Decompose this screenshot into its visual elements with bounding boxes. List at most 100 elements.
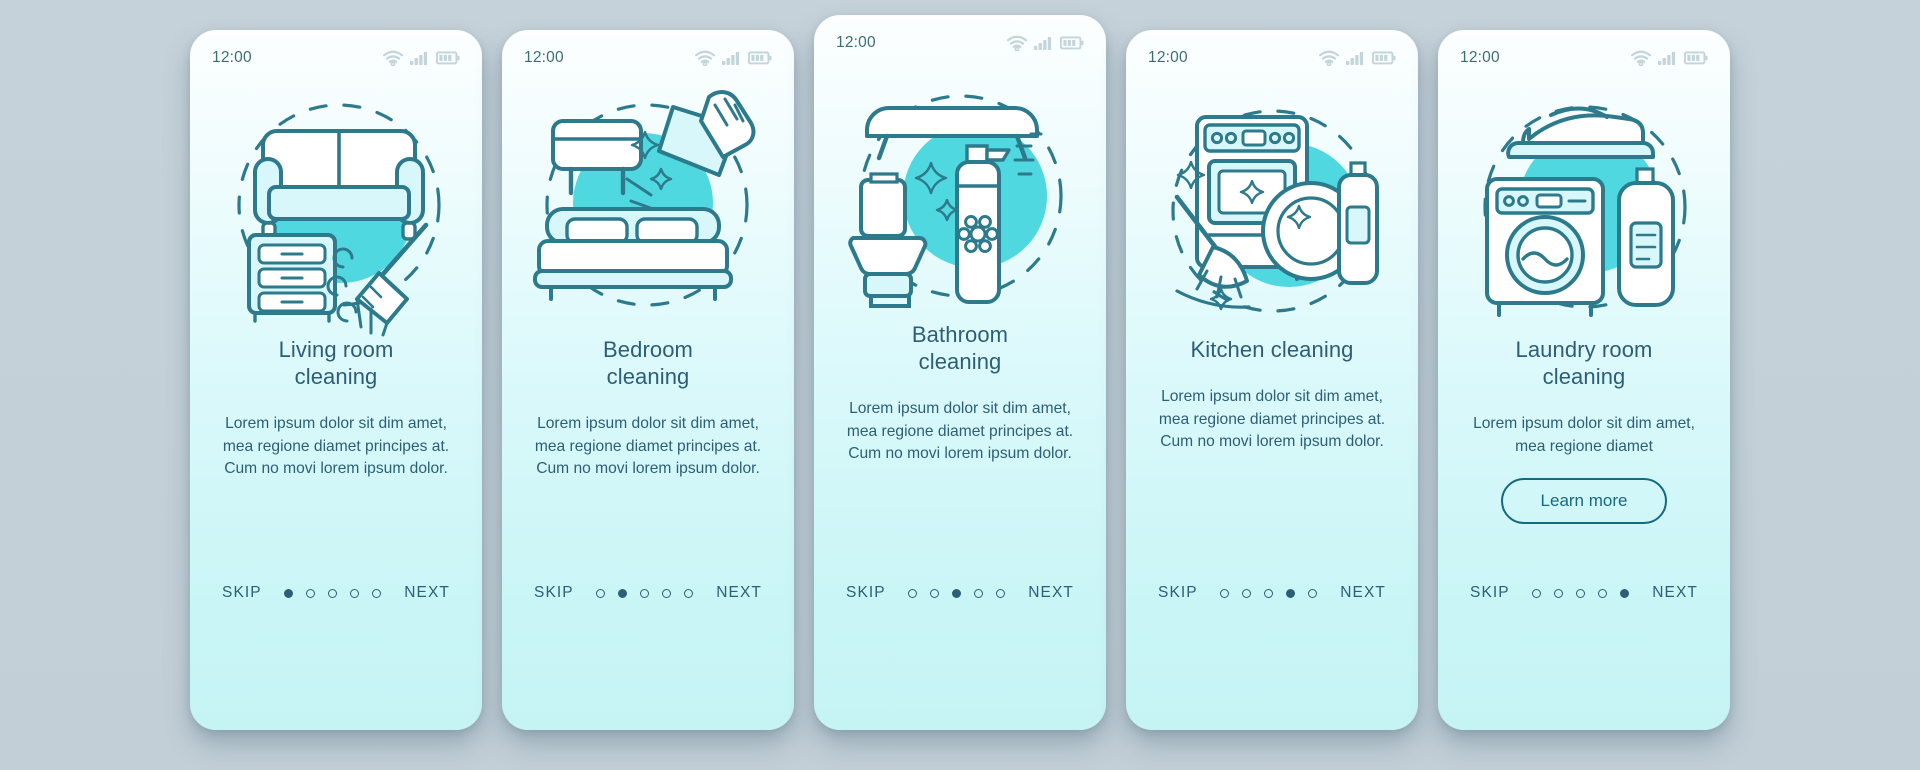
wifi-icon [383, 50, 403, 66]
pagination-dot-2[interactable] [1242, 588, 1252, 598]
signal-icon [410, 51, 429, 66]
status-bar: 12:00 [814, 15, 1106, 71]
kitchen-cleaning-illustration [1126, 86, 1418, 336]
pagination-dot-2[interactable] [1554, 588, 1564, 598]
pagination-dot-2[interactable] [618, 588, 628, 598]
pagination-dot-3[interactable] [328, 588, 338, 598]
pagination-dot-3[interactable] [640, 588, 650, 598]
status-time: 12:00 [212, 49, 252, 66]
skip-button[interactable]: SKIP [1158, 584, 1198, 602]
pagination-dot-3[interactable] [1264, 588, 1274, 598]
wifi-icon [1007, 35, 1027, 51]
signal-icon-svg [1034, 36, 1052, 50]
learn-more-button[interactable]: Learn more [1500, 478, 1668, 524]
card-description: Lorem ipsum dolor sit dim amet, mea regi… [1473, 415, 1695, 455]
pagination-dot-4[interactable] [1598, 588, 1608, 598]
battery-icon-svg [748, 51, 772, 65]
pagination-dot-1[interactable] [908, 588, 918, 598]
card-title: Living room cleaning [278, 337, 394, 389]
next-button[interactable]: NEXT [1028, 584, 1074, 602]
next-button[interactable]: NEXT [404, 584, 450, 602]
wifi-icon-svg [695, 50, 715, 66]
next-button[interactable]: NEXT [1340, 584, 1386, 602]
pagination-dot-3[interactable] [1576, 588, 1586, 598]
skip-button[interactable]: SKIP [846, 584, 886, 602]
skip-button[interactable]: SKIP [1470, 584, 1510, 602]
status-time: 12:00 [1148, 49, 1188, 66]
onboarding-card-living-room: 12:00 Living room cleaning Lorem ipsum dolo… [190, 30, 482, 730]
pagination-dot-5[interactable] [372, 588, 382, 598]
pagination-dot-4[interactable] [974, 588, 984, 598]
pagination-dot-3[interactable] [952, 588, 962, 598]
wifi-icon [695, 50, 715, 66]
status-bar: 12:00 [190, 30, 482, 86]
battery-icon-svg [436, 51, 460, 65]
card-content: Bedroom cleaning Lorem ipsum dolor sit dim… [502, 336, 794, 481]
pagination-dot-1[interactable] [284, 588, 294, 598]
signal-icon-svg [410, 51, 428, 65]
battery-icon-svg [1684, 51, 1708, 65]
status-icons [695, 50, 772, 66]
next-button[interactable]: NEXT [1652, 584, 1698, 602]
battery-icon [1060, 36, 1084, 50]
signal-icon-svg [722, 51, 740, 65]
pagination-dot-2[interactable] [930, 588, 940, 598]
battery-icon [436, 51, 460, 65]
status-bar: 12:00 [1438, 30, 1730, 86]
card-description: Lorem ipsum dolor sit dim amet, mea regi… [1158, 388, 1386, 450]
pagination-dots [908, 588, 1006, 598]
status-icons [1007, 35, 1084, 51]
onboarding-card-bathroom: 12:00 Bathroom cleaning Lorem ipsum dolor s… [814, 15, 1106, 730]
status-time: 12:00 [1460, 49, 1500, 66]
onboarding-card-list: 12:00 Living room cleaning Lorem ipsum dolo… [0, 0, 1920, 770]
card-title: Bathroom cleaning [911, 322, 1009, 374]
skip-button[interactable]: SKIP [534, 584, 574, 602]
card-navigation: SKIP NEXT [190, 584, 482, 602]
wifi-icon-svg [1319, 50, 1339, 66]
card-navigation: SKIP NEXT [502, 584, 794, 602]
pagination-dot-4[interactable] [350, 588, 360, 598]
onboarding-card-bedroom: 12:00 Bedroom cleaning Lorem ipsum dolor si… [502, 30, 794, 730]
status-icons [383, 50, 460, 66]
card-description: Lorem ipsum dolor sit dim amet, mea regi… [534, 415, 762, 477]
pagination-dots [596, 588, 694, 598]
wifi-icon-svg [383, 50, 403, 66]
next-button[interactable]: NEXT [716, 584, 762, 602]
signal-icon-svg [1346, 51, 1364, 65]
pagination-dot-2[interactable] [306, 588, 316, 598]
battery-icon-svg [1372, 51, 1396, 65]
status-bar: 12:00 [502, 30, 794, 86]
battery-icon [1372, 51, 1396, 65]
living-room-cleaning-illustration [190, 86, 482, 337]
wifi-icon [1631, 50, 1651, 66]
card-content: Kitchen cleaning Lorem ipsum dolor sit di… [1126, 336, 1418, 454]
laundry-room-cleaning-illustration [1438, 86, 1730, 336]
card-content: Living room cleaning Lorem ipsum dolor sit… [190, 336, 482, 481]
pagination-dot-1[interactable] [1220, 588, 1230, 598]
wifi-icon-svg [1631, 50, 1651, 66]
card-content: Laundry room cleaning Lorem ipsum dolor si… [1438, 336, 1730, 524]
wifi-icon-svg [1007, 35, 1027, 51]
pagination-dot-4[interactable] [1286, 588, 1296, 598]
pagination-dots [1532, 588, 1630, 598]
status-time: 12:00 [524, 49, 564, 66]
pagination-dot-5[interactable] [1308, 588, 1318, 598]
signal-icon [1346, 51, 1365, 66]
pagination-dot-5[interactable] [996, 588, 1006, 598]
pagination-dot-4[interactable] [662, 588, 672, 598]
card-description: Lorem ipsum dolor sit dim amet, mea regi… [222, 415, 450, 477]
pagination-dot-1[interactable] [1532, 588, 1542, 598]
pagination-dot-5[interactable] [1620, 588, 1630, 598]
onboarding-card-laundry-room: 12:00 Laundry room cleaning Lorem ipsum dol… [1438, 30, 1730, 730]
onboarding-card-kitchen: 12:00 Kitchen cleaning Lorem ipsum dolor s… [1126, 30, 1418, 730]
card-content: Bathroom cleaning Lorem ipsum dolor sit di… [814, 321, 1106, 466]
status-icons [1319, 50, 1396, 66]
wifi-icon [1319, 50, 1339, 66]
skip-button[interactable]: SKIP [222, 584, 262, 602]
card-description: Lorem ipsum dolor sit dim amet, mea regi… [846, 400, 1074, 462]
pagination-dot-1[interactable] [596, 588, 606, 598]
signal-icon-svg [1658, 51, 1676, 65]
card-title: Kitchen cleaning [1190, 337, 1354, 362]
status-icons [1631, 50, 1708, 66]
pagination-dot-5[interactable] [684, 588, 694, 598]
